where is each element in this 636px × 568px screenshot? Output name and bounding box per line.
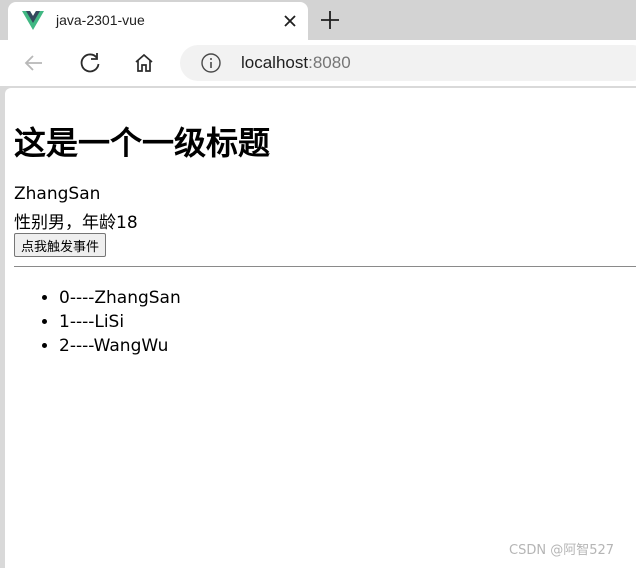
reload-icon[interactable]: [77, 50, 103, 76]
tab-title: java-2301-vue: [56, 12, 145, 28]
trigger-event-button[interactable]: 点我触发事件: [14, 233, 107, 257]
page-viewport: 这是一个一级标题 ZhangSan 性别男，年龄18 点我触发事件 0----Z…: [5, 88, 636, 568]
url-text[interactable]: localhost:8080: [241, 53, 351, 73]
user-list: 0----ZhangSan 1----LiSi 2----WangWu: [14, 286, 181, 358]
new-tab-icon[interactable]: [318, 8, 342, 32]
browser-tab[interactable]: java-2301-vue: [8, 2, 308, 40]
address-bar[interactable]: localhost:8080: [180, 45, 636, 81]
tab-strip: java-2301-vue: [0, 0, 636, 40]
user-name: ZhangSan: [14, 184, 101, 204]
url-port: :8080: [308, 53, 351, 72]
info-icon[interactable]: [200, 52, 222, 74]
back-arrow-icon[interactable]: [21, 50, 47, 76]
close-icon[interactable]: [280, 11, 300, 31]
browser-toolbar: localhost:8080: [0, 40, 636, 86]
home-icon[interactable]: [131, 50, 157, 76]
list-item: 1----LiSi: [59, 310, 181, 334]
page-heading: 这是一个一级标题: [14, 124, 271, 162]
user-info: 性别男，年龄18: [14, 213, 138, 233]
list-item: 2----WangWu: [59, 334, 181, 358]
url-host: localhost: [241, 53, 309, 72]
watermark: CSDN @阿智527: [509, 543, 615, 558]
vue-logo-icon: [22, 11, 44, 30]
list-item: 0----ZhangSan: [59, 286, 181, 310]
divider: [14, 266, 636, 267]
